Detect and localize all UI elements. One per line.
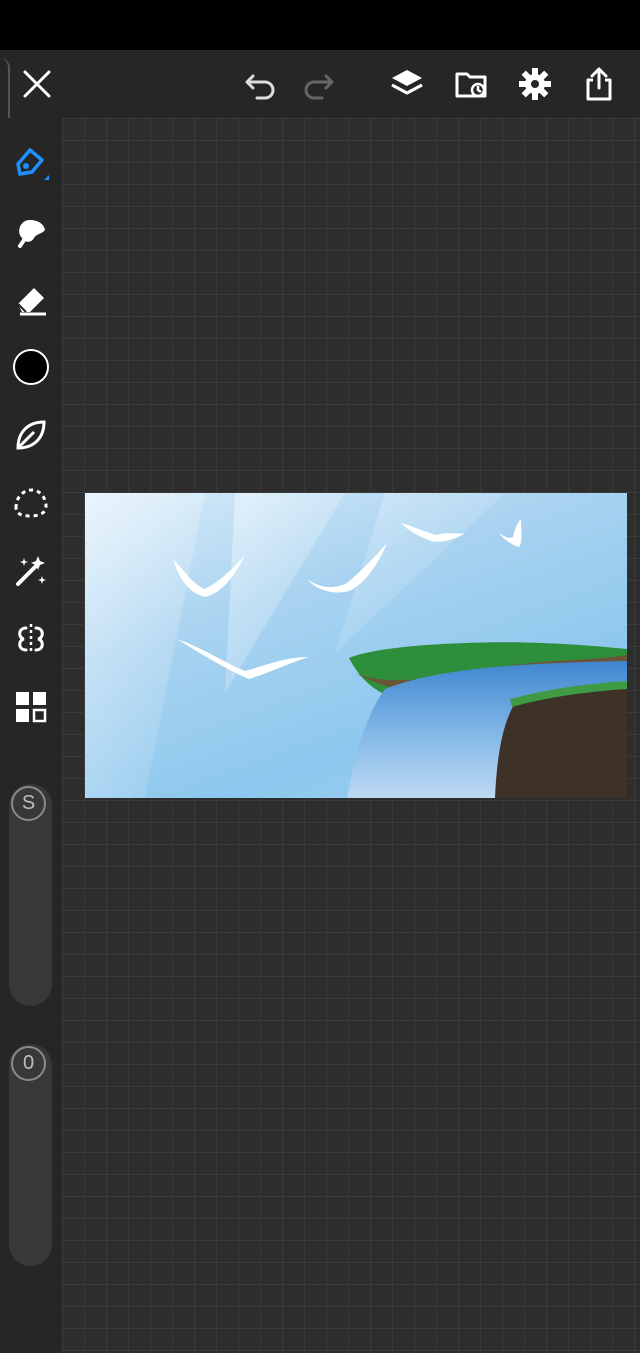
redo-button[interactable] (298, 64, 338, 104)
gear-icon (519, 68, 551, 100)
brush-size-knob[interactable]: S (11, 786, 46, 821)
opacity-slider[interactable]: 0 (9, 1044, 52, 1266)
grid-tool[interactable] (8, 684, 54, 730)
settings-button[interactable] (515, 64, 555, 104)
layers-icon (391, 70, 423, 95)
undo-button[interactable] (241, 64, 281, 104)
magic-wand-tool[interactable] (8, 548, 54, 594)
share-icon (586, 67, 612, 101)
tool-sidebar: S 0 (0, 118, 62, 1353)
lasso-fill-tool[interactable] (8, 412, 54, 458)
eraser-icon (17, 288, 46, 316)
brush-tool[interactable] (8, 140, 54, 186)
brush-size-label: S (21, 792, 36, 814)
undo-icon (245, 74, 275, 100)
share-button[interactable] (579, 64, 619, 104)
layers-button[interactable] (387, 64, 427, 104)
close-icon (23, 70, 51, 98)
current-color-swatch (13, 349, 49, 385)
symmetry-icon (18, 624, 44, 654)
status-bar (0, 0, 640, 50)
color-picker[interactable] (8, 344, 54, 390)
smudge-icon (18, 220, 45, 248)
lasso-select-icon (14, 488, 48, 518)
magic-wand-icon (16, 556, 46, 586)
opacity-label: 0 (22, 1052, 35, 1074)
close-button[interactable] (17, 64, 57, 104)
gallery-icon (455, 72, 487, 98)
symmetry-tool[interactable] (8, 616, 54, 662)
smudge-tool[interactable] (8, 208, 54, 254)
brush-icon (16, 148, 49, 180)
redo-icon (304, 74, 334, 100)
selection-tool[interactable] (8, 480, 54, 526)
artwork-image (85, 493, 627, 798)
brush-size-slider[interactable]: S (9, 784, 52, 1006)
opacity-knob[interactable]: 0 (11, 1046, 46, 1081)
eraser-tool[interactable] (8, 276, 54, 322)
leaf-icon (16, 420, 46, 450)
top-toolbar (0, 50, 640, 118)
grid-icon (16, 692, 47, 723)
artwork-canvas[interactable] (85, 493, 627, 798)
gallery-button[interactable] (451, 64, 491, 104)
